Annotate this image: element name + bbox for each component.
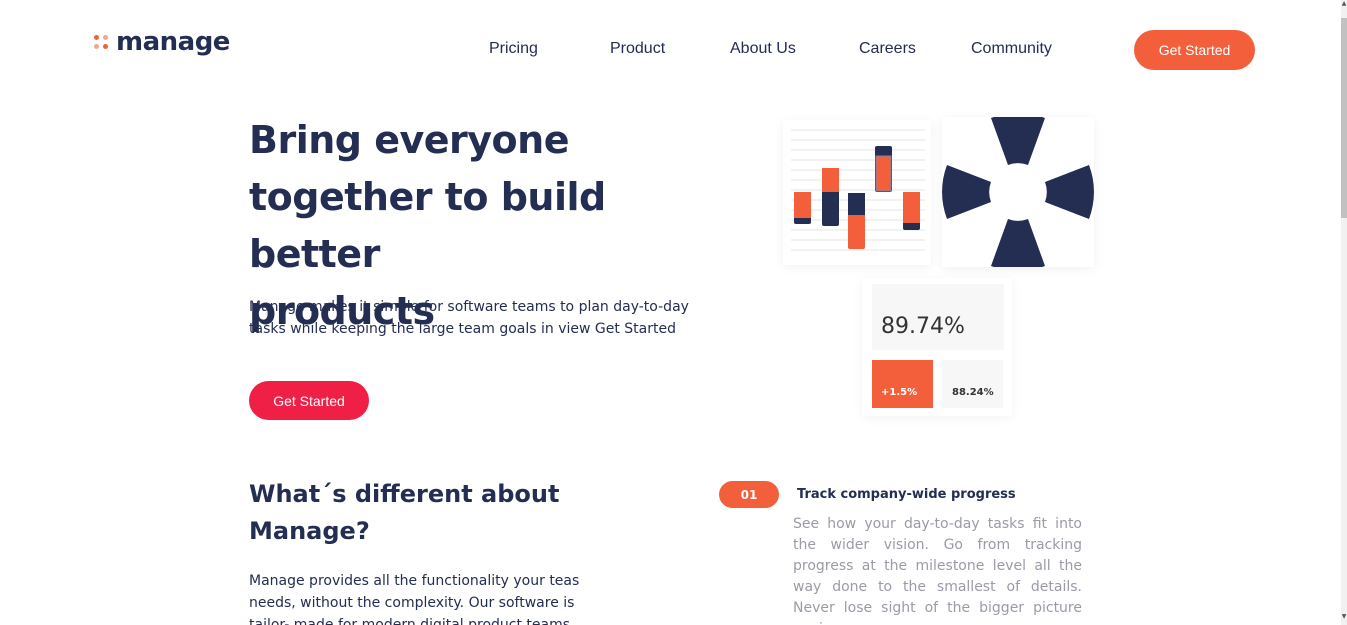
feature-number-badge: 01 <box>719 481 779 508</box>
pie-chart-icon <box>942 113 1094 271</box>
section-title: What´s different about Manage? <box>249 480 560 545</box>
stat-main-value: 89.74% <box>872 284 1004 350</box>
hero-description: Manage makes it simple for software team… <box>249 299 689 337</box>
logo[interactable]: manage <box>94 27 230 57</box>
nav-community[interactable]: Community <box>971 40 1052 58</box>
nav-product[interactable]: Product <box>610 40 665 58</box>
bar-chart-icon <box>791 129 925 251</box>
feature-description: See how your day-to-day tasks fit into t… <box>793 516 1082 625</box>
stats-card: 89.74% +1.5% 88.24% <box>862 278 1012 416</box>
hero-title-line: together to build better <box>249 175 606 276</box>
feature-title: Track company-wide progress <box>797 487 1016 502</box>
nav-pricing[interactable]: Pricing <box>489 40 538 58</box>
bar-chart-card <box>783 120 931 265</box>
section-description: Manage provides all the functionality yo… <box>249 573 580 625</box>
scroll-up-icon[interactable]: ▲ <box>1341 0 1347 10</box>
stat-secondary: 88.24% <box>942 360 1003 408</box>
nav-about-us[interactable]: About Us <box>730 40 796 58</box>
logo-text: manage <box>116 27 230 57</box>
nav-get-started-button[interactable]: Get Started <box>1134 30 1255 70</box>
logo-dots-icon <box>94 35 108 49</box>
pie-chart-card <box>942 113 1094 271</box>
scroll-down-icon[interactable]: ▼ <box>1341 613 1347 623</box>
hero-title-line: Bring everyone <box>249 118 569 162</box>
scrollbar-thumb[interactable] <box>1341 18 1347 218</box>
stat-change: +1.5% <box>872 360 933 408</box>
hero-get-started-button[interactable]: Get Started <box>249 381 369 420</box>
nav-careers[interactable]: Careers <box>859 40 916 58</box>
